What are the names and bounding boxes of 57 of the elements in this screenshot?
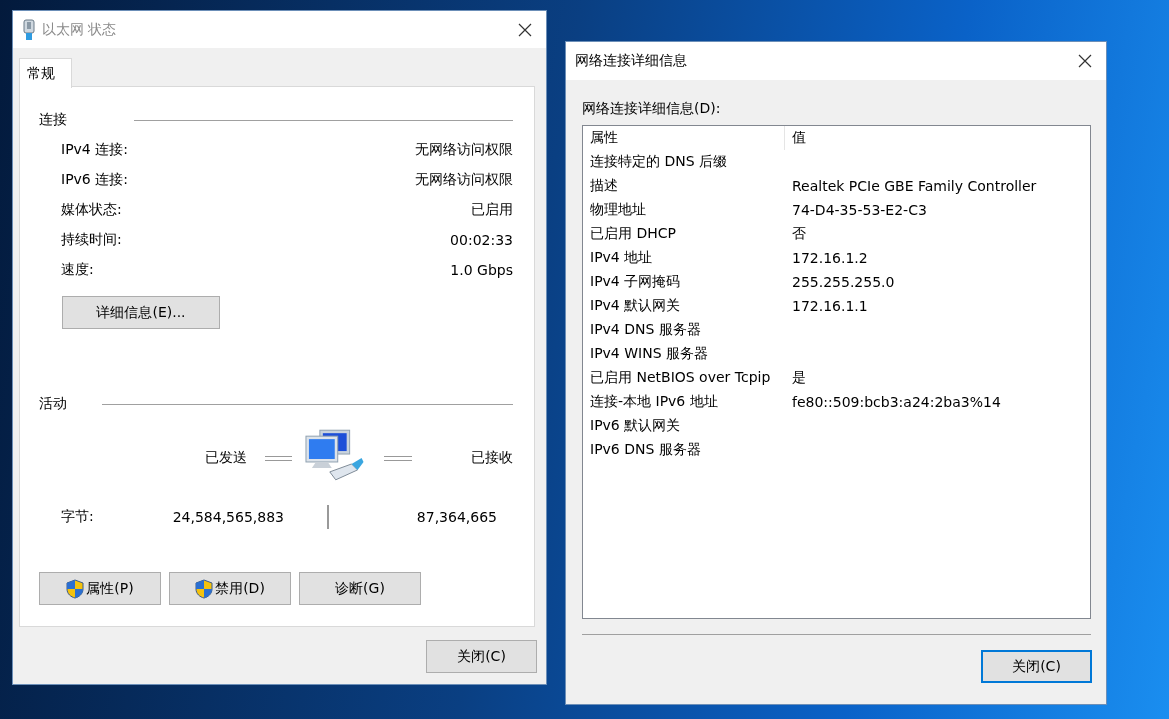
- shield-icon: [66, 578, 85, 599]
- column-header[interactable]: 值: [785, 126, 1090, 150]
- value-cell-text: 172.16.1.2: [791, 250, 868, 266]
- property-cell-text: IPv4 子网掩码: [589, 273, 682, 291]
- value-cell-text: 74-D4-35-53-E2-C3: [791, 202, 927, 218]
- value-cell-text: 是: [791, 369, 806, 387]
- property-cell-text: IPv4 DNS 服务器: [589, 321, 702, 339]
- info-label: 速度:: [61, 261, 94, 279]
- property-cell-text: 描述: [589, 177, 619, 195]
- received-label: 已接收: [470, 449, 513, 467]
- property-cell-text: 连接特定的 DNS 后缀: [589, 153, 729, 171]
- column-header[interactable]: 属性: [583, 126, 785, 150]
- property-cell-text: 已启用 DHCP: [589, 225, 677, 243]
- action-button[interactable]: 诊断(G): [299, 572, 421, 605]
- bytes-label: 字节:: [61, 508, 95, 526]
- property-cell-text: IPv6 DNS 服务器: [589, 441, 702, 459]
- info-label: 媒体状态:: [61, 201, 122, 219]
- action-button[interactable]: 禁用(D): [169, 572, 291, 605]
- value-cell-text: 255.255.255.0: [791, 274, 895, 290]
- bytes-received: 87,364,665: [415, 509, 497, 525]
- info-value: 无网络访问权限: [415, 141, 513, 159]
- value-cell-text: Realtek PCIe GBE Family Controller: [791, 178, 1037, 194]
- property-cell-text: 物理地址: [589, 201, 647, 219]
- info-value: 已启用: [471, 201, 513, 219]
- action-button[interactable]: 属性(P): [39, 572, 161, 605]
- details-button[interactable]: 详细信息(E)...: [62, 296, 220, 329]
- property-cell-text: IPv4 地址: [589, 249, 654, 267]
- window-title: 以太网 状态: [42, 20, 118, 39]
- value-cell-text: 172.16.1.1: [791, 298, 868, 314]
- info-label: IPv4 连接:: [61, 141, 128, 159]
- info-value: 00:02:33: [450, 232, 513, 248]
- info-value: 1.0 Gbps: [450, 262, 513, 278]
- close-button[interactable]: 关闭(C): [426, 640, 537, 673]
- window-title: 网络连接详细信息: [575, 52, 688, 70]
- group-heading: 活动: [39, 395, 68, 413]
- tab[interactable]: 常规: [19, 58, 72, 88]
- info-label: 持续时间:: [61, 231, 122, 249]
- close-button[interactable]: 关闭(C): [981, 650, 1092, 683]
- info-value: 无网络访问权限: [415, 171, 513, 189]
- value-cell-text: 否: [791, 225, 806, 243]
- shield-icon: [195, 578, 214, 599]
- property-cell-text: 连接-本地 IPv6 地址: [589, 393, 719, 411]
- info-label: IPv6 连接:: [61, 171, 128, 189]
- property-cell-text: 已启用 NetBIOS over Tcpip: [589, 369, 772, 387]
- close-icon[interactable]: [1078, 54, 1092, 68]
- property-cell-text: IPv6 默认网关: [589, 417, 682, 435]
- line-icon: [383, 455, 412, 461]
- bytes-sent: 24,584,565,883: [171, 509, 284, 525]
- value-cell-text: fe80::509:bcb3:a24:2ba3%14: [791, 394, 1001, 410]
- ethernet-plug-icon: [22, 18, 36, 41]
- group-heading: 连接: [39, 111, 68, 129]
- close-icon[interactable]: [518, 22, 532, 37]
- property-cell-text: IPv4 WINS 服务器: [589, 345, 709, 363]
- property-cell-text: IPv4 默认网关: [589, 297, 682, 315]
- sent-label: 已发送: [203, 449, 247, 467]
- list-label: 网络连接详细信息(D):: [582, 100, 722, 118]
- line-icon: [264, 455, 293, 461]
